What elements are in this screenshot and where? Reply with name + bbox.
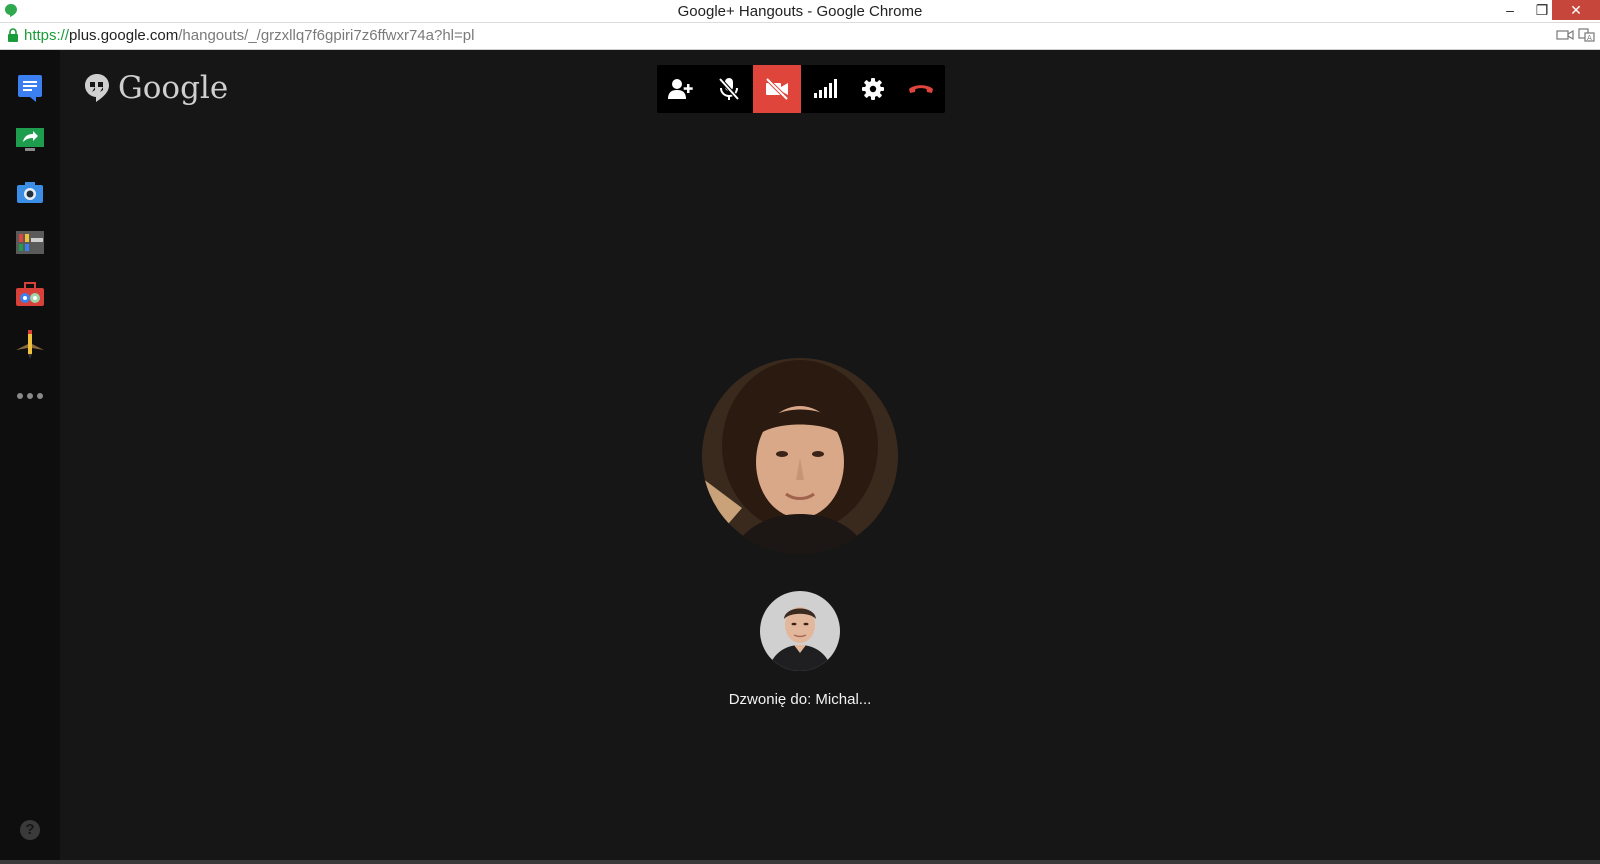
url-host: plus.google.com: [69, 27, 179, 44]
pencil-icon: [16, 330, 44, 359]
sidebar-item-cacoo[interactable]: [14, 328, 46, 360]
more-icon: [17, 393, 43, 399]
hang-up-button[interactable]: [897, 65, 945, 113]
minimize-button[interactable]: –: [1494, 0, 1526, 20]
add-person-icon: [668, 79, 693, 99]
video-camera-icon[interactable]: [1556, 28, 1574, 42]
bandwidth-button[interactable]: [801, 65, 849, 113]
google-logo-text: Google: [118, 70, 229, 106]
signal-icon: [814, 79, 837, 98]
sidebar-item-effects[interactable]: [14, 278, 46, 310]
url-text[interactable]: https://plus.google.com/hangouts/_/grzxl…: [24, 27, 474, 44]
sidebar-item-chat[interactable]: [14, 72, 46, 104]
address-bar[interactable]: https://plus.google.com/hangouts/_/grzxl…: [0, 23, 1600, 50]
invite-people-button[interactable]: [657, 65, 705, 113]
apps-sidebar: ?: [0, 50, 60, 864]
camera-icon: [17, 182, 43, 203]
callee-avatar: [760, 591, 840, 671]
control-room-icon: [16, 231, 44, 254]
chat-icon: [18, 75, 42, 102]
sidebar-item-control-room[interactable]: [14, 226, 46, 258]
sidebar-item-more[interactable]: [14, 380, 46, 412]
url-path: /hangouts/_/grzxllq7f6gpiri7z6ffwxr74a?h…: [178, 27, 475, 44]
hangouts-brand: Google: [84, 70, 228, 106]
settings-button[interactable]: [849, 65, 897, 113]
caller-photo: [702, 358, 898, 554]
sidebar-item-camera[interactable]: [14, 176, 46, 208]
screen-share-icon: [16, 128, 44, 151]
mute-microphone-button[interactable]: [705, 65, 753, 113]
caller-avatar: [702, 358, 898, 554]
phone-hangup-icon: [909, 85, 933, 93]
close-button[interactable]: ✕: [1552, 0, 1600, 20]
hangouts-quote-icon: [85, 74, 109, 102]
turn-off-camera-button[interactable]: [753, 65, 801, 113]
svg-text:A: A: [1587, 34, 1592, 42]
call-status-text: Dzwonię do: Michal...: [728, 691, 872, 708]
help-icon[interactable]: ?: [20, 820, 40, 840]
mic-off-icon: [718, 77, 740, 101]
lock-icon: [8, 28, 18, 42]
sidebar-item-screen-share[interactable]: [14, 124, 46, 156]
translate-icon[interactable]: A: [1578, 28, 1596, 42]
window-title: Google+ Hangouts - Google Chrome: [677, 3, 923, 20]
call-toolbar: [657, 65, 945, 113]
video-off-icon: [765, 78, 789, 100]
toolbox-icon: [16, 282, 44, 306]
bottom-edge-strip: [0, 860, 1600, 864]
callee-photo: [760, 591, 840, 671]
gear-icon: [862, 78, 884, 100]
window-titlebar: Google+ Hangouts - Google Chrome – ❐ ✕: [0, 0, 1600, 23]
url-scheme: https://: [24, 27, 70, 44]
